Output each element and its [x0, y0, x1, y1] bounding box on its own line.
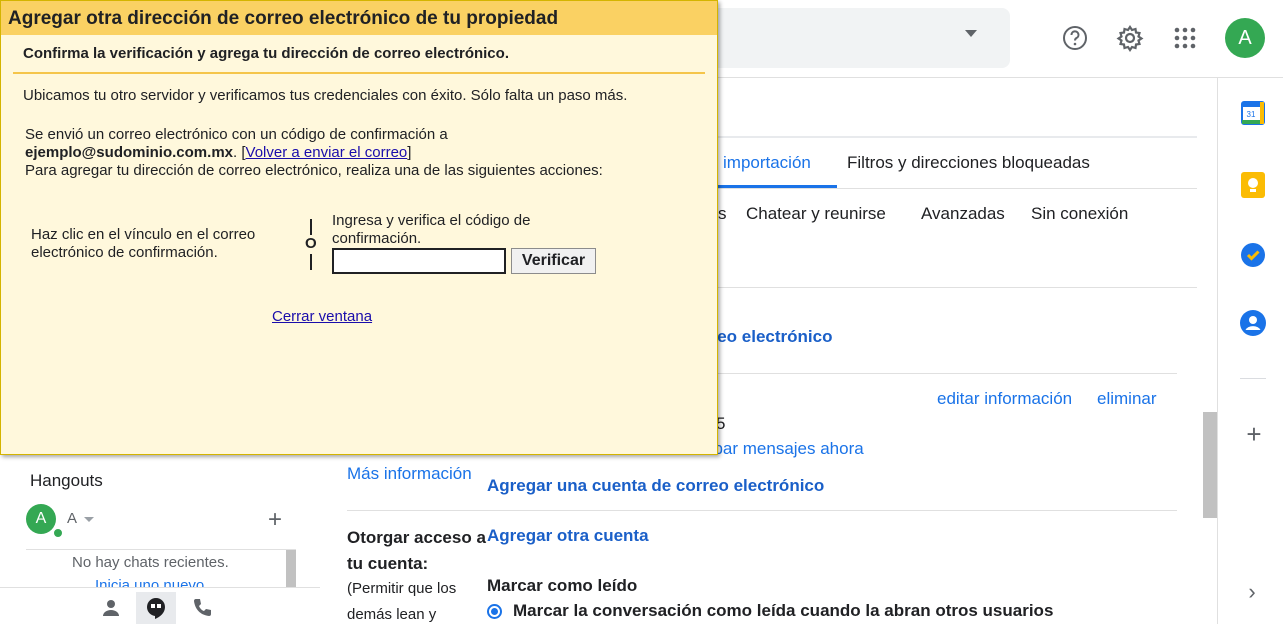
- keep-icon[interactable]: [1238, 170, 1268, 200]
- or-separator-bar: [310, 219, 312, 235]
- scrollbar-thumb[interactable]: [1203, 412, 1217, 518]
- side-panel: [1217, 78, 1283, 624]
- hangouts-title: Hangouts: [30, 471, 103, 490]
- instruction-text: Para agregar tu dirección de correo elec…: [25, 162, 603, 179]
- confirmation-message: Se envió un correo electrónico con un có…: [25, 126, 603, 179]
- dialog-subtitle: Confirma la verificación y agrega tu dir…: [23, 45, 509, 62]
- tab-chat-meet[interactable]: Chatear y reunirse: [746, 204, 886, 224]
- radio-selected-dot: [491, 608, 498, 615]
- account-avatar[interactable]: A: [1225, 18, 1265, 58]
- hangouts-avatar[interactable]: A: [26, 504, 56, 534]
- add-addon-plus-icon[interactable]: +: [1240, 420, 1268, 448]
- grant-access-description: (Permitir que los demás lean y: [347, 580, 457, 623]
- section-divider: [700, 287, 1197, 288]
- add-mail-account-link[interactable]: Agregar una cuenta de correo electrónico: [487, 476, 824, 496]
- tab-divider: [700, 188, 1197, 189]
- calendar-day: 31: [1247, 110, 1256, 119]
- section-divider: [347, 510, 1177, 511]
- close-window-link[interactable]: Cerrar ventana: [272, 308, 372, 325]
- contacts-person-icon[interactable]: [91, 592, 131, 624]
- search-bar[interactable]: [700, 8, 1010, 68]
- start-new-chat-link[interactable]: Inicia uno nuevo: [95, 577, 204, 587]
- resend-email-link[interactable]: Volver a enviar el correo: [246, 144, 408, 161]
- help-icon[interactable]: [1055, 18, 1095, 58]
- add-email-link[interactable]: rreo electrónico: [704, 327, 833, 347]
- delete-link[interactable]: eliminar: [1097, 389, 1157, 409]
- or-separator-bar: [310, 254, 312, 270]
- hangouts-chat-icon[interactable]: [136, 592, 176, 624]
- mark-as-read-title: Marcar como leído: [487, 576, 638, 595]
- settings-divider: [700, 136, 1197, 138]
- or-label: O: [305, 235, 317, 252]
- email-address: ejemplo@sudominio.com.mx: [25, 144, 233, 161]
- chevron-down-icon[interactable]: [84, 517, 94, 522]
- click-link-option: Haz clic en el vínculo en el correo elec…: [31, 226, 256, 261]
- apps-grid-icon[interactable]: [1165, 18, 1205, 58]
- add-email-dialog: Agregar otra dirección de correo electró…: [0, 0, 718, 455]
- sent-text: Se envió un correo electrónico con un có…: [25, 126, 448, 143]
- chevron-right-icon[interactable]: ›: [1242, 580, 1262, 604]
- tab-advanced[interactable]: Avanzadas: [921, 204, 1005, 224]
- verify-button[interactable]: Verificar: [511, 248, 596, 274]
- add-another-account-link[interactable]: Agregar otra cuenta: [487, 526, 649, 546]
- success-message: Ubicamos tu otro servidor y verificamos …: [23, 87, 628, 104]
- tab-filters[interactable]: Filtros y direcciones bloqueadas: [847, 153, 1090, 173]
- grant-access-title: Otorgar acceso a tu cuenta:: [347, 528, 486, 573]
- online-status-dot: [52, 527, 64, 539]
- section-divider: [700, 373, 1177, 374]
- hangouts-user-name[interactable]: A: [67, 510, 77, 527]
- hangouts-divider: [26, 549, 296, 550]
- settings-gear-icon[interactable]: [1110, 18, 1150, 58]
- hangouts-scrollbar[interactable]: [286, 550, 296, 588]
- search-options-icon[interactable]: [965, 30, 977, 37]
- contacts-icon[interactable]: [1238, 308, 1268, 338]
- dialog-title: Agregar otra dirección de correo electró…: [8, 8, 559, 29]
- new-chat-plus-icon[interactable]: +: [268, 506, 282, 534]
- edit-info-link[interactable]: editar información: [937, 389, 1072, 409]
- tasks-icon[interactable]: [1238, 240, 1268, 270]
- tab-accounts-import[interactable]: importación: [723, 153, 811, 173]
- tab-offline[interactable]: Sin conexión: [1031, 204, 1128, 224]
- side-panel-separator: [1240, 378, 1266, 379]
- check-mail-now-link[interactable]: obar mensajes ahora: [704, 439, 864, 459]
- tab-partial[interactable]: s: [718, 204, 727, 224]
- calendar-icon[interactable]: 31: [1238, 98, 1268, 128]
- phone-icon[interactable]: [182, 592, 222, 624]
- more-info-link[interactable]: Más información: [347, 464, 472, 484]
- no-recent-chats-text: No hay chats recientes.: [72, 554, 229, 571]
- header-divider: [700, 77, 1283, 78]
- enter-code-option: Ingresa y verifica el código de confirma…: [332, 212, 531, 247]
- dialog-divider: [13, 72, 705, 74]
- mark-read-option-label[interactable]: Marcar la conversación como leída cuando…: [513, 601, 1053, 621]
- confirmation-code-input[interactable]: [332, 248, 506, 274]
